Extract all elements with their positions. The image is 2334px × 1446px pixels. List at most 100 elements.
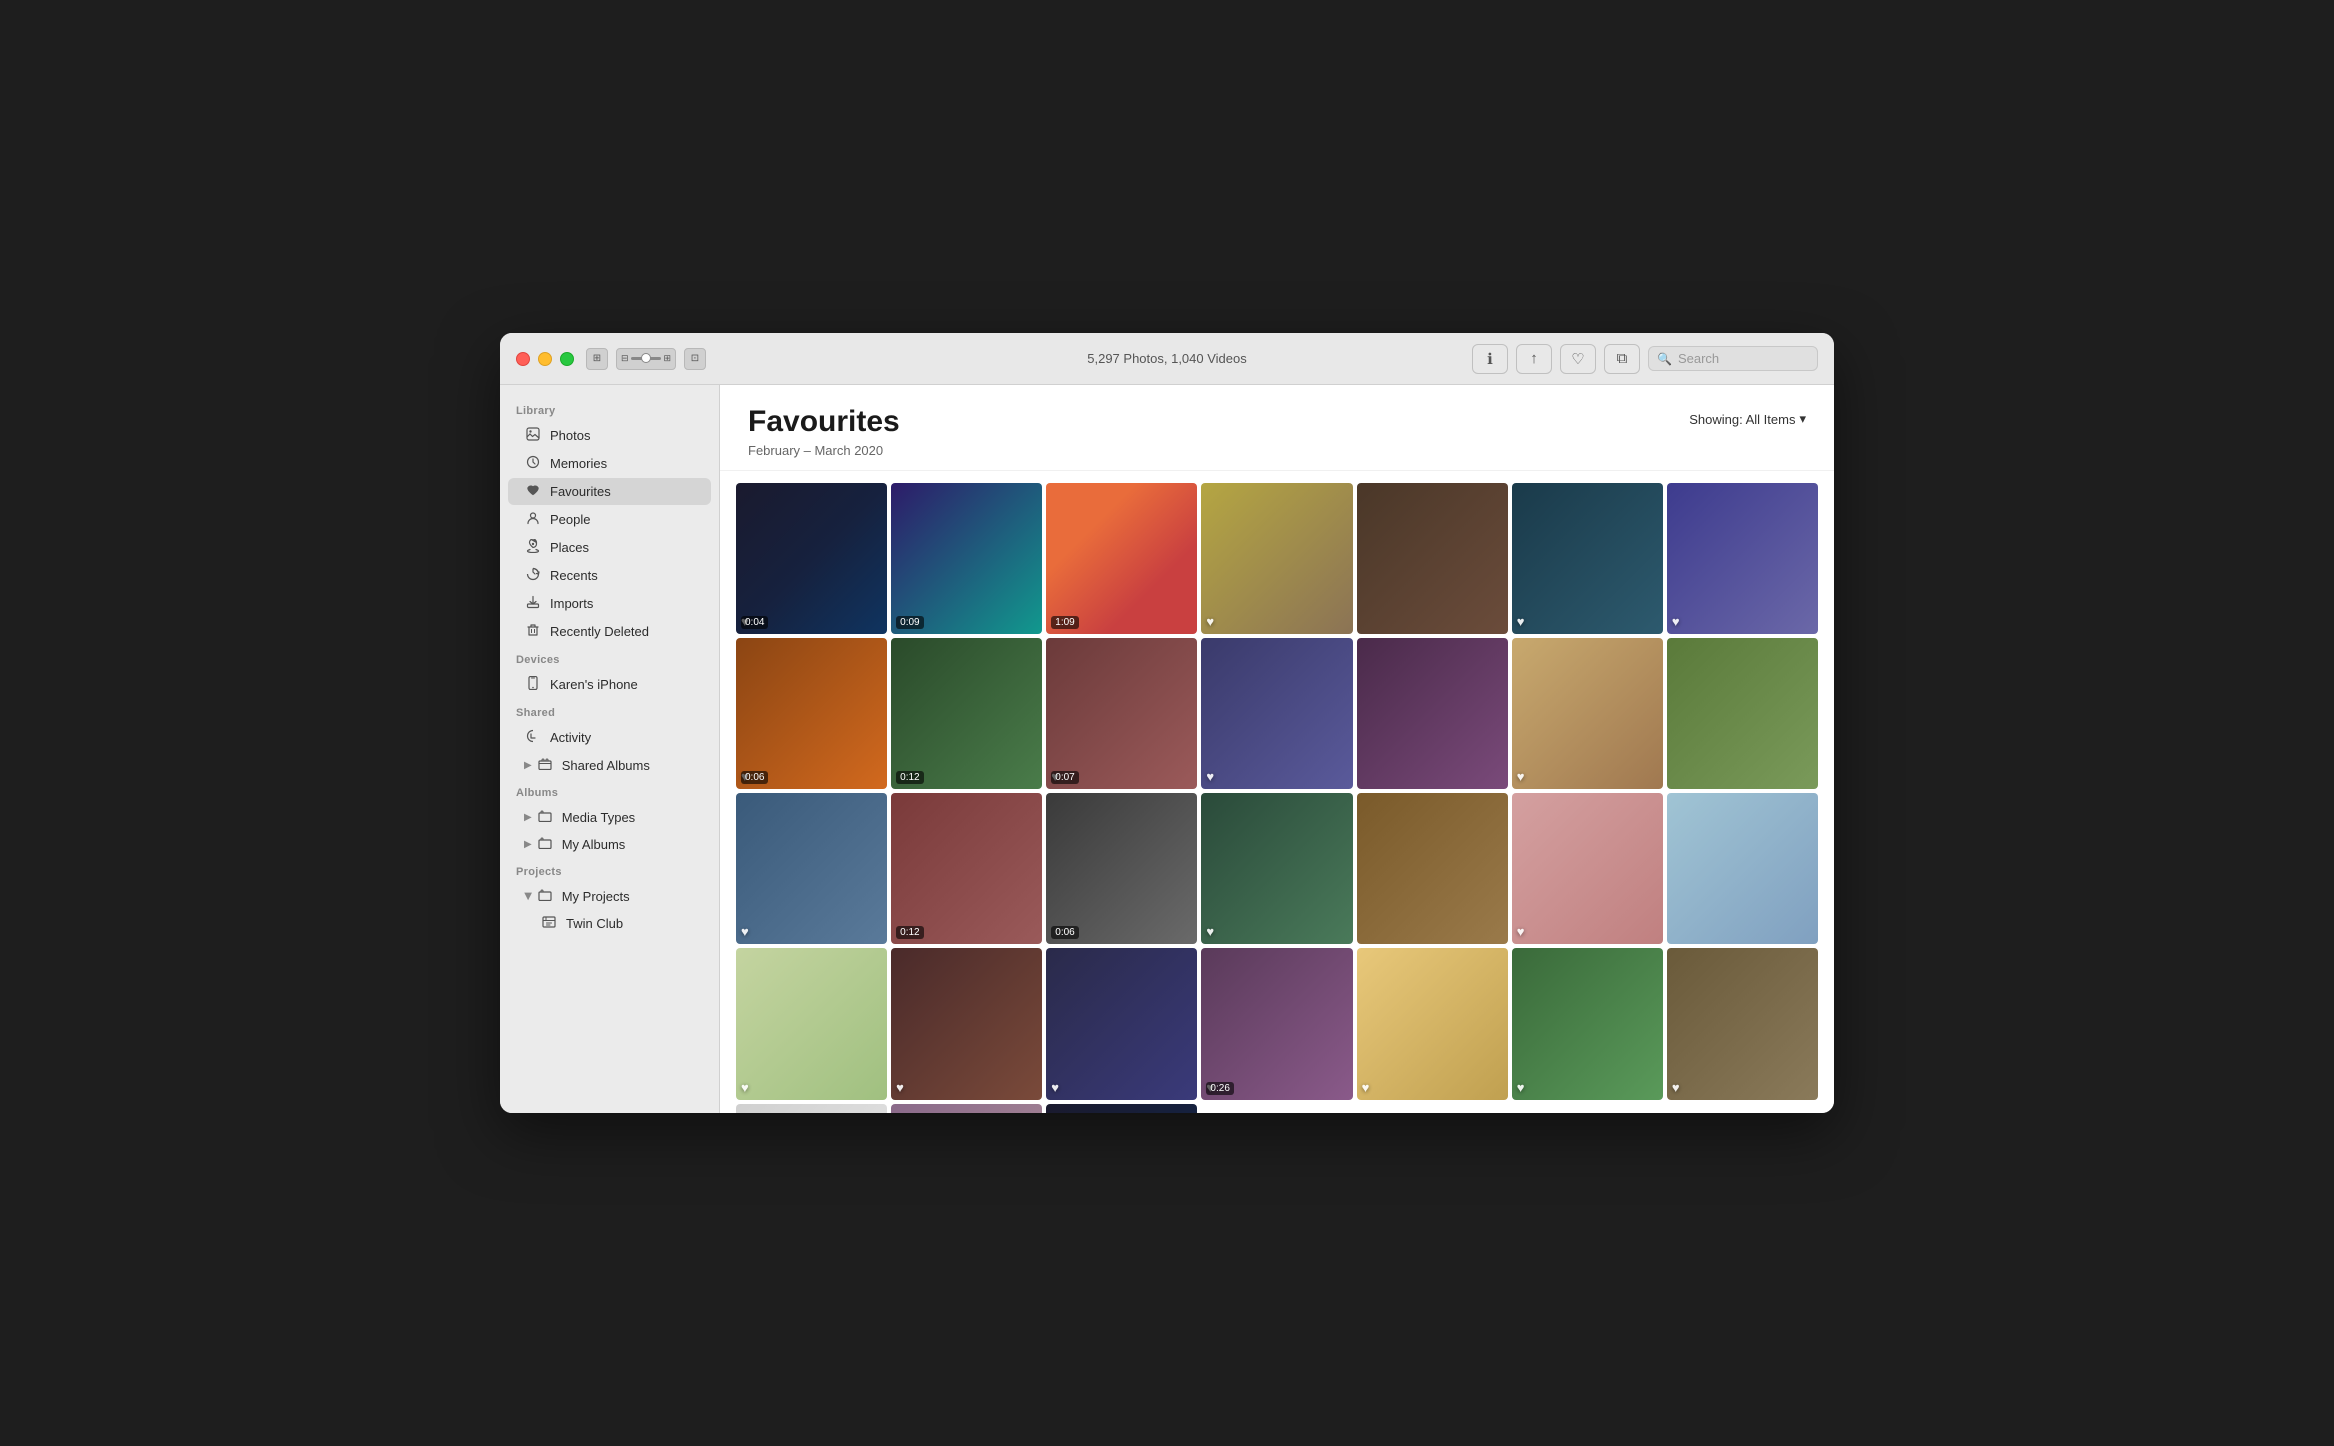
sidebar-item-activity[interactable]: Activity xyxy=(508,724,711,751)
recently-deleted-label: Recently Deleted xyxy=(550,624,695,639)
places-label: Places xyxy=(550,540,695,555)
search-icon: 🔍 xyxy=(1657,352,1672,366)
recently-deleted-icon xyxy=(524,623,542,640)
share-button[interactable]: ↑ xyxy=(1516,344,1552,374)
photo-cell[interactable]: ♥ xyxy=(736,948,887,1099)
projects-section-label: Projects xyxy=(500,858,719,882)
photo-cell[interactable]: ♥ 0:08 xyxy=(891,1104,1042,1113)
photo-cell[interactable]: ♥ xyxy=(736,1104,887,1113)
sidebar-item-places[interactable]: Places xyxy=(508,534,711,561)
shared-albums-icon xyxy=(536,757,554,773)
photo-cell[interactable] xyxy=(1357,793,1508,944)
sidebar-item-photos[interactable]: Photos xyxy=(508,422,711,449)
photo-cell[interactable]: ♥ xyxy=(1357,948,1508,1099)
photo-cell[interactable]: 0:12 xyxy=(891,638,1042,789)
video-duration: 0:06 xyxy=(741,771,768,784)
favourite-button[interactable]: ♡ xyxy=(1560,344,1596,374)
sidebar-item-shared-albums[interactable]: ▶ Shared Albums xyxy=(508,752,711,778)
photo-cell[interactable]: ♥ 0:07 xyxy=(1046,638,1197,789)
minimize-button[interactable] xyxy=(538,352,552,366)
activity-icon xyxy=(524,729,542,746)
devices-section-label: Devices xyxy=(500,646,719,670)
photo-cell[interactable]: ♥ xyxy=(1046,948,1197,1099)
photo-cell[interactable]: 0:06 xyxy=(1046,793,1197,944)
people-label: People xyxy=(550,512,695,527)
photo-cell[interactable]: ♥ xyxy=(1512,638,1663,789)
sidebar-item-imports[interactable]: Imports xyxy=(508,590,711,617)
page-title: Favourites xyxy=(748,405,1806,439)
search-box[interactable]: 🔍 Search xyxy=(1648,346,1818,371)
recents-icon xyxy=(524,567,542,584)
media-types-arrow: ▶ xyxy=(524,812,532,823)
photo-cell[interactable]: ♥ xyxy=(1512,483,1663,634)
heart-icon: ♥ xyxy=(741,924,749,939)
photo-cell[interactable]: ♥ 0:04 xyxy=(736,483,887,634)
photo-cell[interactable]: 0:12 xyxy=(891,793,1042,944)
sidebar-item-people[interactable]: People xyxy=(508,506,711,533)
sidebar-item-my-albums[interactable]: ▶ My Albums xyxy=(508,831,711,857)
memories-icon xyxy=(524,455,542,472)
showing-control[interactable]: Showing: All Items ▾ xyxy=(1689,411,1806,427)
sidebar-item-twin-club[interactable]: Twin Club xyxy=(508,910,711,937)
sidebar-item-karens-iphone[interactable]: Karen's iPhone xyxy=(508,671,711,698)
video-duration: 0:26 xyxy=(1206,1082,1233,1095)
karens-iphone-label: Karen's iPhone xyxy=(550,677,695,692)
showing-label: Showing: All Items xyxy=(1689,412,1795,427)
zoom-slider[interactable]: ⊟ ⊞ xyxy=(616,348,676,370)
photo-cell[interactable]: ♥ xyxy=(1667,483,1818,634)
photo-cell[interactable]: ♥ 0:06 xyxy=(736,638,887,789)
heart-icon: ♥ xyxy=(1672,614,1680,629)
heart-icon: ♥ xyxy=(1362,1080,1370,1095)
photo-cell[interactable] xyxy=(1357,483,1508,634)
twin-club-label: Twin Club xyxy=(566,916,695,931)
info-button[interactable]: ℹ xyxy=(1472,344,1508,374)
photos-icon xyxy=(524,427,542,444)
sidebar-toggle-button[interactable]: ⊞ xyxy=(586,348,608,370)
favourites-icon xyxy=(524,483,542,500)
titlebar: ⊞ ⊟ ⊞ ⊡ 5,297 Photos, 1,040 Videos ℹ ↑ ♡… xyxy=(500,333,1834,385)
photo-cell[interactable]: ♥ xyxy=(891,948,1042,1099)
media-types-icon xyxy=(536,809,554,825)
close-button[interactable] xyxy=(516,352,530,366)
sidebar-item-media-types[interactable]: ▶ Media Types xyxy=(508,804,711,830)
my-albums-icon xyxy=(536,836,554,852)
app-window: ⊞ ⊟ ⊞ ⊡ 5,297 Photos, 1,040 Videos ℹ ↑ ♡… xyxy=(500,333,1834,1113)
recents-label: Recents xyxy=(550,568,695,583)
slideshow-button[interactable]: ⧉ xyxy=(1604,344,1640,374)
sidebar-item-my-projects[interactable]: ▶ My Projects xyxy=(508,883,711,909)
search-placeholder: Search xyxy=(1678,351,1719,366)
video-duration: 0:12 xyxy=(896,926,923,939)
iphone-icon xyxy=(524,676,542,693)
albums-section-label: Albums xyxy=(500,779,719,803)
heart-icon: ♥ xyxy=(1517,1080,1525,1095)
photo-cell[interactable]: ♥ xyxy=(1201,638,1352,789)
photo-cell[interactable]: 0:09 xyxy=(891,483,1042,634)
page-subtitle: February – March 2020 xyxy=(748,443,1806,458)
titlebar-stats: 5,297 Photos, 1,040 Videos xyxy=(1087,351,1247,366)
photo-cell[interactable]: 1:09 xyxy=(1046,483,1197,634)
sidebar-item-memories[interactable]: Memories xyxy=(508,450,711,477)
heart-icon: ♥ xyxy=(1517,769,1525,784)
photo-cell[interactable]: ♥ xyxy=(1512,948,1663,1099)
photo-cell[interactable] xyxy=(1357,638,1508,789)
my-albums-label: My Albums xyxy=(562,837,695,852)
photo-cell[interactable]: ♥ xyxy=(736,793,887,944)
my-projects-arrow: ▶ xyxy=(522,892,533,900)
shared-section-label: Shared xyxy=(500,699,719,723)
sidebar-item-recents[interactable]: Recents xyxy=(508,562,711,589)
photo-cell[interactable]: ♥ xyxy=(1201,483,1352,634)
photo-cell[interactable]: ♥ 0:26 xyxy=(1201,948,1352,1099)
sidebar-item-recently-deleted[interactable]: Recently Deleted xyxy=(508,618,711,645)
photo-cell[interactable]: ♥ 0:25 xyxy=(1046,1104,1197,1113)
photo-cell[interactable]: ♥ xyxy=(1512,793,1663,944)
photo-cell[interactable] xyxy=(1667,638,1818,789)
favourites-label: Favourites xyxy=(550,484,695,499)
photo-cell[interactable] xyxy=(1667,793,1818,944)
titlebar-right: ℹ ↑ ♡ ⧉ 🔍 Search xyxy=(1472,344,1818,374)
photo-cell[interactable]: ♥ xyxy=(1667,948,1818,1099)
view-toggle-button[interactable]: ⊡ xyxy=(684,348,706,370)
content-area[interactable]: Favourites February – March 2020 Showing… xyxy=(720,385,1834,1113)
photo-cell[interactable]: ♥ xyxy=(1201,793,1352,944)
sidebar-item-favourites[interactable]: Favourites xyxy=(508,478,711,505)
maximize-button[interactable] xyxy=(560,352,574,366)
